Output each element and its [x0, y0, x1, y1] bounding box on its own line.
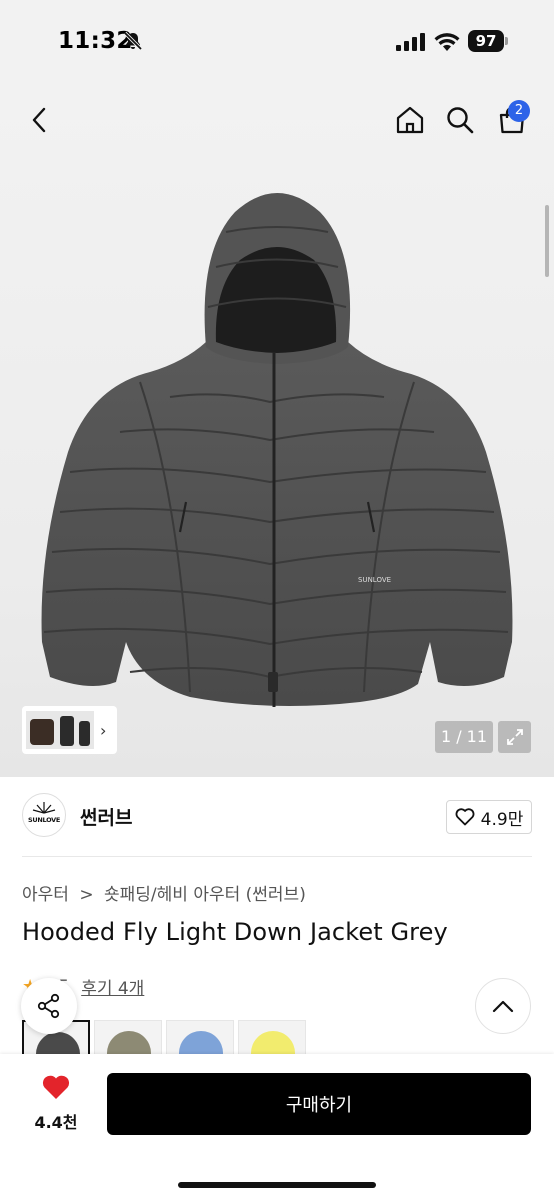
home-icon — [396, 106, 424, 134]
home-button[interactable] — [390, 100, 430, 140]
scroll-to-top-button[interactable] — [475, 978, 531, 1034]
chevron-right-icon: › — [100, 720, 107, 740]
fullscreen-button[interactable] — [498, 721, 531, 753]
color-option-khaki[interactable] — [94, 1020, 162, 1054]
brand-row: SUNLOVE 썬러브 4.9만 — [22, 793, 532, 839]
color-option-yellow[interactable] — [238, 1020, 306, 1054]
expand-icon — [506, 729, 523, 745]
home-indicator — [178, 1182, 376, 1188]
search-icon — [447, 107, 474, 134]
thumbnail-strip[interactable]: › — [22, 706, 117, 754]
svg-text:SUNLOVE: SUNLOVE — [358, 576, 391, 584]
chevron-up-icon — [492, 1000, 514, 1013]
page-scroll-indicator — [545, 205, 549, 277]
status-bar: 11:32 97 — [0, 0, 554, 80]
share-icon — [37, 993, 60, 1019]
image-counter: 1 / 11 — [435, 721, 493, 753]
svg-text:SUNLOVE: SUNLOVE — [28, 816, 60, 824]
product-image-gallery[interactable]: SUNLOVE › 1 / 11 — [0, 80, 554, 777]
brand-like-button[interactable]: 4.9만 — [446, 800, 532, 834]
favorite-button[interactable]: 4.4천 — [26, 1074, 86, 1133]
cart-count-badge: 2 — [508, 100, 530, 122]
bell-muted-icon — [123, 31, 143, 51]
share-button[interactable] — [21, 978, 77, 1034]
product-title: Hooded Fly Light Down Jacket Grey — [22, 918, 448, 946]
thumbnail-image[interactable] — [26, 711, 94, 749]
brand-name[interactable]: 썬러브 — [80, 803, 132, 830]
breadcrumb-category[interactable]: 아우터 — [22, 885, 69, 905]
brand-like-count: 4.9만 — [480, 809, 524, 830]
wifi-icon — [434, 33, 460, 51]
breadcrumb-subcategory[interactable]: 숏패딩/헤비 아우터 (썬러브) — [104, 885, 306, 905]
heart-outline-icon — [455, 808, 475, 826]
cellular-signal-icon — [396, 33, 425, 51]
battery-level: 97 — [468, 30, 504, 52]
back-button[interactable] — [20, 100, 60, 140]
divider — [22, 856, 532, 857]
breadcrumb: 아우터 > 숏패딩/헤비 아우터 (썬러브) — [22, 880, 306, 905]
favorite-count: 4.4천 — [34, 1113, 78, 1132]
heart-filled-icon — [42, 1075, 70, 1099]
review-link[interactable]: 후기 4개 — [81, 974, 144, 999]
bottom-action-bar: 4.4천 구매하기 — [0, 1054, 554, 1200]
product-jacket-image: SUNLOVE — [41, 193, 513, 707]
search-button[interactable] — [440, 100, 480, 140]
back-icon — [32, 107, 46, 133]
buy-button[interactable]: 구매하기 — [107, 1073, 531, 1135]
color-option-blue[interactable] — [166, 1020, 234, 1054]
breadcrumb-separator: > — [79, 885, 94, 905]
brand-logo[interactable]: SUNLOVE — [22, 793, 66, 837]
battery-indicator: 97 — [468, 30, 508, 52]
